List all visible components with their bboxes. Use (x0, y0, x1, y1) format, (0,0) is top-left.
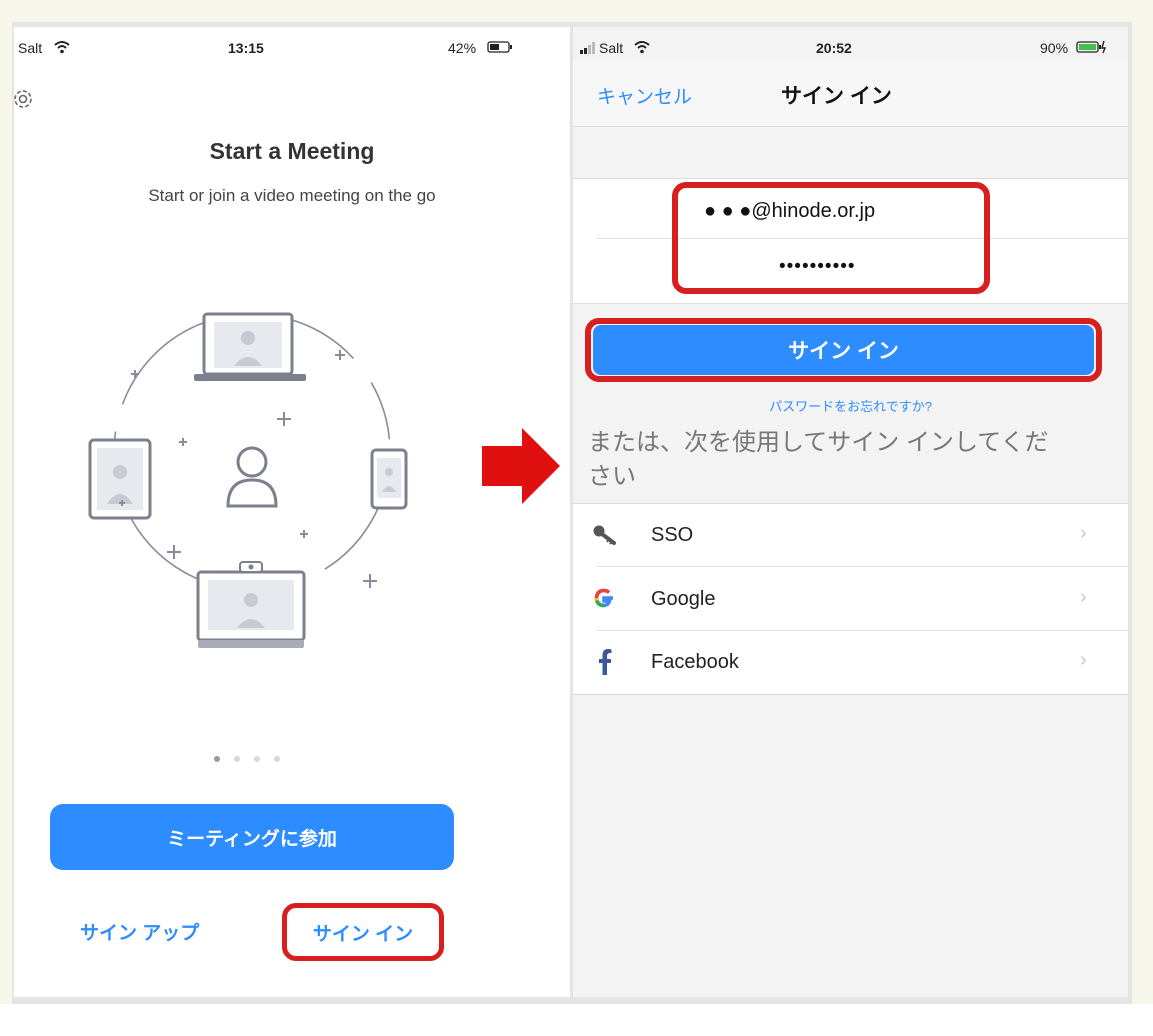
person-icon (226, 446, 278, 508)
meeting-illustration (88, 312, 408, 648)
gear-icon[interactable] (10, 86, 36, 112)
cancel-button[interactable]: キャンセル (597, 82, 692, 109)
page-dot-4 (274, 756, 280, 762)
left-time: 13:15 (228, 40, 264, 56)
page-dot-3 (254, 756, 260, 762)
page-dot-2 (234, 756, 240, 762)
page-dot-1 (214, 756, 220, 762)
wifi-icon (54, 41, 70, 54)
alternative-signin-text: または、次を使用してサイン インしてください (588, 429, 1049, 490)
nav-title: サイン イン (781, 85, 892, 108)
start-meeting-title: Start a Meeting (209, 138, 375, 164)
battery-charging-icon (1076, 40, 1107, 54)
chevron-right-icon: › (1080, 522, 1087, 544)
signup-link[interactable]: サイン アップ (80, 918, 199, 945)
arrow-right-icon (482, 428, 560, 504)
right-time: 20:52 (816, 40, 852, 56)
option-label: Facebook (651, 651, 739, 673)
wifi-icon (634, 41, 650, 54)
join-meeting-button[interactable]: ミーティングに参加 (50, 804, 454, 870)
laptop-icon (194, 312, 306, 381)
signin-link[interactable]: サイン イン (282, 903, 444, 961)
signin-button-highlight (585, 318, 1102, 382)
option-label: SSO (651, 524, 694, 546)
battery-icon (487, 41, 512, 53)
signal-icon (580, 42, 595, 54)
right-carrier: Salt (599, 40, 624, 56)
tv-icon (196, 561, 306, 648)
fields-highlight-box (672, 182, 990, 294)
chevron-right-icon: › (1080, 586, 1087, 608)
start-meeting-subtitle: Start or join a video meeting on the go (148, 186, 436, 205)
right-battery-percent: 90% (1040, 40, 1069, 56)
page-bottom (0, 1004, 1153, 1036)
tablet-icon (88, 438, 152, 520)
key-icon (593, 525, 616, 545)
chevron-right-icon: › (1080, 649, 1087, 671)
forgot-password-link[interactable]: パスワードをお忘れですか? (573, 396, 1128, 415)
phone-icon (370, 448, 408, 510)
option-label: Google (651, 588, 716, 610)
left-battery-percent: 42% (448, 40, 477, 56)
google-icon (594, 588, 613, 608)
left-carrier: Salt (18, 40, 43, 56)
facebook-icon (599, 649, 612, 675)
